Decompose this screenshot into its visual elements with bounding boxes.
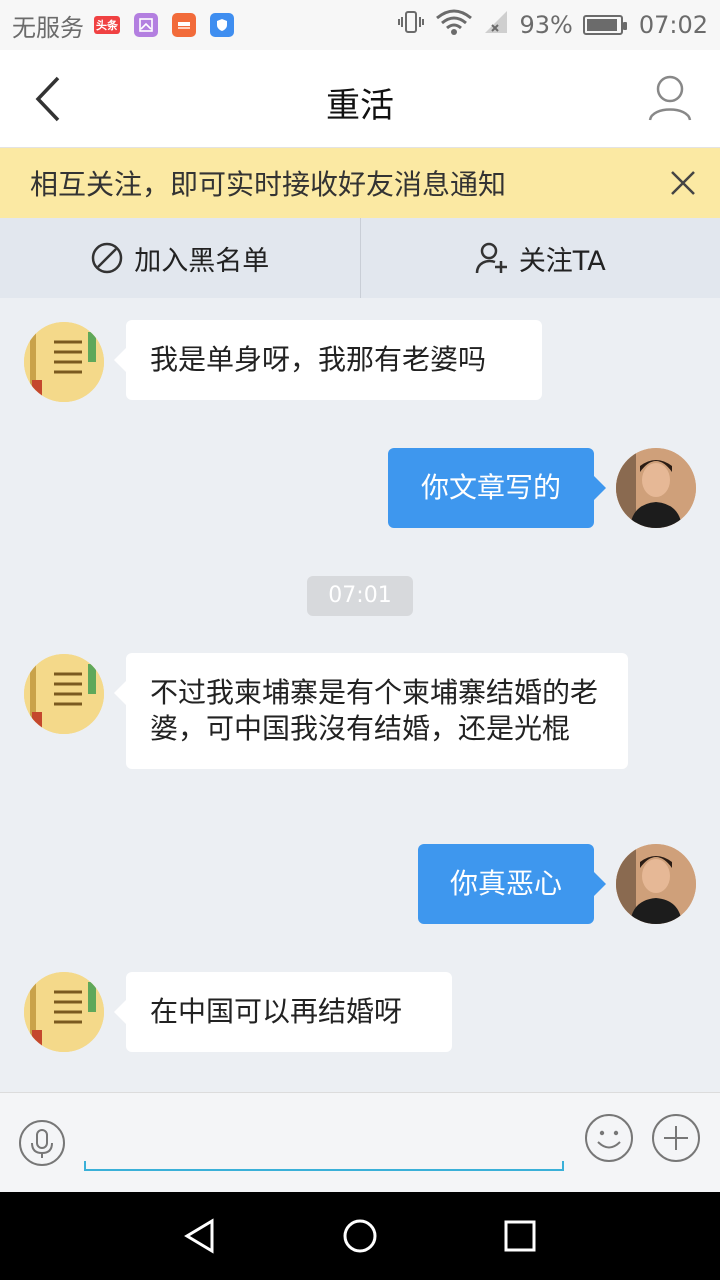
shield-app-icon — [210, 13, 234, 37]
circle-home-icon — [343, 1219, 377, 1253]
carrier-label: 无服务 — [12, 13, 84, 42]
close-icon — [671, 171, 695, 195]
nav-back-button[interactable] — [182, 1218, 218, 1254]
chat-area[interactable]: 我是单身呀，我那有老婆吗 你文章写的 07:01 不过我柬埔寨是有个柬埔寨结婚的… — [0, 298, 720, 1092]
toutiao-app-icon: 头条 — [94, 16, 120, 34]
square-recents-icon — [504, 1220, 536, 1252]
own-avatar[interactable] — [616, 844, 696, 924]
block-icon — [92, 242, 123, 274]
follow-label: 关注TA — [518, 245, 606, 277]
emoji-button[interactable] — [584, 1113, 634, 1163]
page-title: 重活 — [326, 86, 394, 126]
status-bar: 无服务 头条 93% 07:02 — [0, 0, 720, 50]
action-row: 加入黑名单 关注TA — [0, 218, 720, 298]
sender-avatar[interactable] — [24, 654, 104, 734]
message-text: 你真恶心 — [449, 867, 562, 900]
wifi-icon — [435, 8, 473, 42]
plus-icon — [652, 1114, 700, 1162]
book-cover-avatar — [24, 322, 104, 402]
message-bubble[interactable]: 我是单身呀，我那有老婆吗 — [114, 320, 542, 400]
book-cover-avatar — [24, 972, 104, 1052]
notice-text: 相互关注，即可实时接收好友消息通知 — [30, 168, 507, 201]
block-button[interactable]: 加入黑名单 — [0, 218, 360, 298]
add-user-icon — [475, 242, 507, 274]
message-text: 你文章写的 — [420, 471, 561, 504]
follow-notice-banner: 相互关注，即可实时接收好友消息通知 — [0, 148, 720, 218]
close-notice-button[interactable] — [668, 168, 698, 198]
message-text: 不过我柬埔寨是有个柬埔寨结婚的老婆，可中国我沒有结婚，还是光棍 — [150, 676, 599, 745]
voice-button[interactable] — [18, 1119, 66, 1167]
message-text: 在中国可以再结婚呀 — [150, 995, 403, 1028]
vibrate-icon — [397, 8, 425, 42]
more-button[interactable] — [651, 1113, 701, 1163]
clock: 07:02 — [638, 11, 708, 39]
title-bar: 重活 — [0, 50, 720, 148]
message-text: 我是单身呀，我那有老婆吗 — [150, 343, 487, 376]
signal-icon — [483, 9, 509, 41]
message-bubble-own[interactable]: 你文章写的 — [388, 448, 606, 528]
smiley-icon — [585, 1114, 633, 1162]
message-bubble[interactable]: 不过我柬埔寨是有个柬埔寨结婚的老婆，可中国我沒有结婚，还是光棍 — [114, 653, 628, 769]
message-input[interactable] — [84, 1123, 564, 1171]
follow-button[interactable]: 关注TA — [361, 218, 720, 298]
gallery-app-icon — [134, 13, 158, 37]
nav-home-button[interactable] — [342, 1218, 378, 1254]
person-photo-avatar — [616, 448, 696, 528]
microphone-icon — [19, 1120, 65, 1166]
nav-recents-button[interactable] — [502, 1218, 538, 1254]
message-bubble[interactable]: 在中国可以再结婚呀 — [114, 972, 452, 1052]
profile-button[interactable] — [648, 74, 692, 122]
triangle-back-icon — [184, 1218, 214, 1254]
shopping-app-icon — [172, 13, 196, 37]
system-nav-bar — [0, 1192, 720, 1280]
block-label: 加入黑名单 — [134, 245, 270, 277]
sender-avatar[interactable] — [24, 972, 104, 1052]
sender-avatar[interactable] — [24, 322, 104, 402]
book-cover-avatar — [24, 654, 104, 734]
battery-percent: 93% — [519, 11, 573, 39]
own-avatar[interactable] — [616, 448, 696, 528]
user-icon — [648, 75, 692, 121]
input-bar — [0, 1092, 720, 1192]
person-photo-avatar — [616, 844, 696, 924]
message-bubble-own[interactable]: 你真恶心 — [418, 844, 606, 924]
chat-timestamp: 07:01 — [307, 576, 413, 616]
battery-icon — [582, 15, 627, 35]
